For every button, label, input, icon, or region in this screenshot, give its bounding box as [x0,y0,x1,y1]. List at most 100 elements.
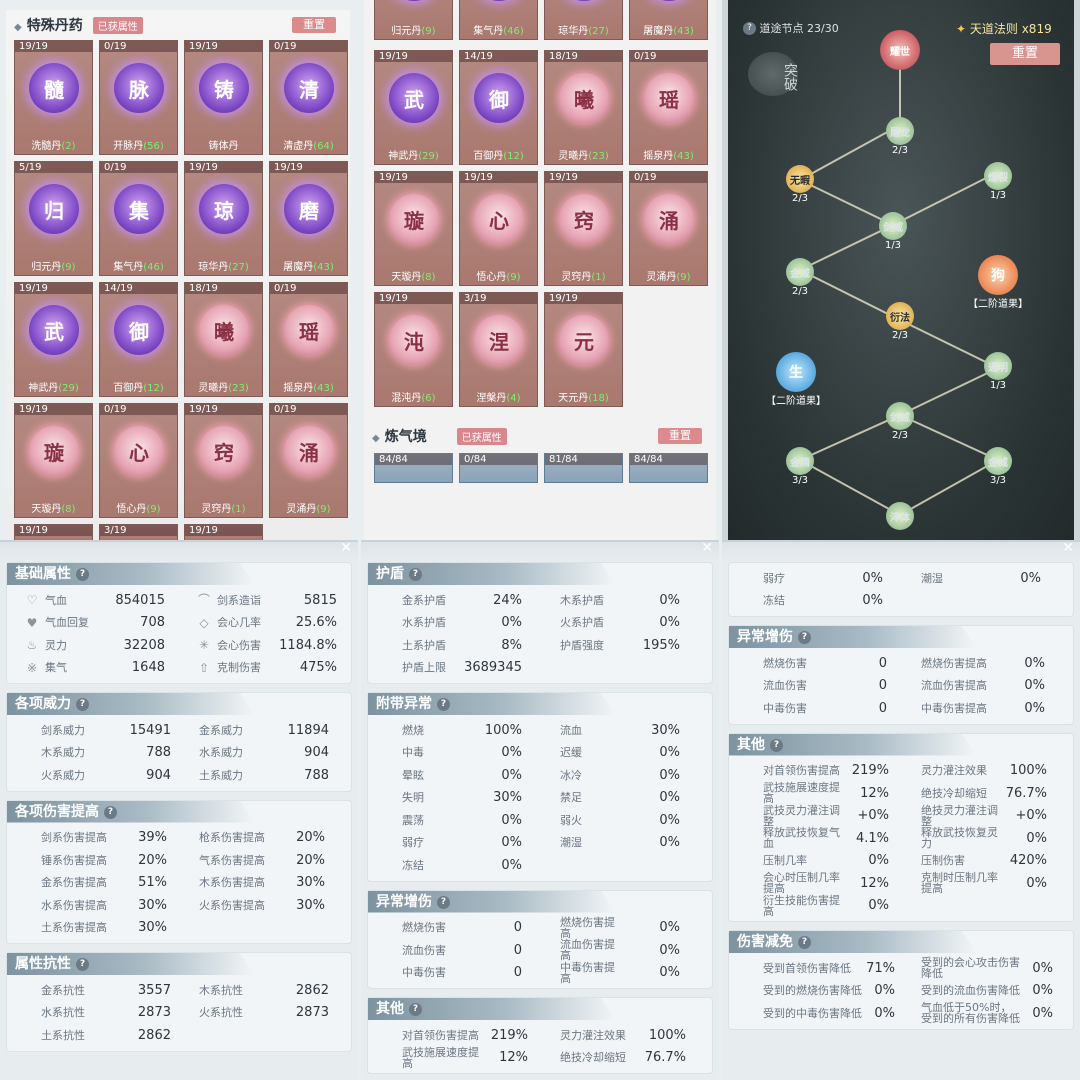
dao-node[interactable]: 金威 2/3 [780,258,820,297]
pill-card[interactable]: 0/19 瑶摇泉丹(43) [269,282,348,397]
help-icon[interactable]: ? [104,805,117,819]
pill-orb-icon: 琼 [199,184,249,234]
pill-card[interactable]: 0/19 涌灵涌丹(9) [269,403,348,518]
pill-card[interactable]: 0/19 心悟心丹(9) [99,403,178,518]
qi-pill-card[interactable]: 81/84 [544,453,623,483]
pill-card[interactable]: 19/19 武神武丹(29) [374,50,453,165]
dao-node[interactable]: 生【二阶道果】 [766,352,826,407]
help-icon[interactable]: ? [76,698,89,711]
help-icon[interactable]: ? [743,22,756,35]
close-icon[interactable]: ✕ [1062,542,1074,556]
pill-card[interactable]: 0/19 清清虚丹(64) [269,40,348,155]
qi-pill-card[interactable]: 84/84 [374,453,453,483]
pill-name: 琼华丹(27) [558,26,609,37]
help-icon[interactable]: ? [76,568,89,581]
pill-count: 19/19 [460,172,537,183]
stat-cell: 木系护盾 0% [540,593,712,608]
dao-node[interactable]: 屠龙 2/3 [880,117,920,156]
pill-card[interactable]: 19/19 武神武丹(29) [14,282,93,397]
pill-card[interactable]: 19/19 璇天璇丹(8) [14,403,93,518]
help-icon[interactable]: ? [437,698,450,711]
stat-cell: 护盾上限 3689345 [368,660,540,675]
help-icon[interactable]: ? [798,631,811,644]
pill-card[interactable]: 0/19 瑶摇泉丹(43) [629,50,708,165]
qi-pill-card[interactable]: 0/84 [459,453,538,483]
pill-card[interactable]: 18/19 曦灵曦丹(23) [544,50,623,165]
dao-node[interactable]: 耀世 [870,30,930,70]
stats-panel-right: ✕ 弱疗 0% 潮湿 0% 冻结 0% 异常增伤? 燃烧伤害 0 燃烧伤害提高 0% 流血伤害 0 流血… [722,540,1080,1080]
reset-button[interactable]: 重置 [292,17,336,33]
pill-card[interactable]: 19/19 磨屠魔丹(43) [269,161,348,276]
pill-card[interactable]: 归归元丹(9) [374,0,453,40]
dao-node[interactable]: 淬体 [880,502,920,530]
help-icon[interactable]: ? [76,958,89,971]
stat-label: 中毒伤害 [402,966,446,980]
pill-card[interactable]: 18/19 曦灵曦丹(23) [184,282,263,397]
pill-card[interactable]: 琼琼华丹(27) [544,0,623,40]
pill-card[interactable]: 14/19 御百御丹(12) [99,282,178,397]
help-icon[interactable]: ? [409,568,422,581]
dao-node[interactable]: 剑威 1/3 [873,212,913,251]
pill-card[interactable]: 19/19 心悟心丹(9) [459,171,538,286]
pill-card[interactable]: 19/19 窍灵窍丹(1) [184,403,263,518]
close-icon[interactable]: ✕ [340,542,352,556]
dao-node-icon: 淬体 [886,502,914,530]
dao-node[interactable]: 爆裂 1/3 [978,162,1018,201]
stat-value: 0 [878,700,887,716]
pill-card[interactable]: 3/19 [99,524,178,540]
qi-pill-card[interactable]: 84/84 [629,453,708,483]
pill-card[interactable]: 磨屠魔丹(43) [629,0,708,40]
pill-card[interactable]: 19/19 铸铸体丹 [184,40,263,155]
pill-card[interactable]: 19/19 [184,524,263,540]
pill-card[interactable]: 19/19 沌混沌丹(6) [374,292,453,407]
obtained-attributes-button[interactable]: 已获属性 [456,427,507,445]
help-icon[interactable]: ? [409,1003,422,1016]
pill-card[interactable]: 19/19 元天元丹(18) [544,292,623,407]
stat-cell: ♥ 气血回复 708 [7,615,179,630]
pill-orb-icon: 磨 [644,0,694,1]
pill-bonus: (43) [313,383,334,394]
close-icon[interactable]: ✕ [701,542,713,556]
pill-orb-icon: 璇 [29,426,79,476]
stat-label: 火系威力 [41,768,85,782]
pill-card[interactable]: 0/19 脉开脉丹(56) [99,40,178,155]
pill-card[interactable]: 3/19 涅涅槃丹(4) [459,292,538,407]
reset-button[interactable]: 重置 [658,428,702,444]
stat-label: 绝技灵力灌注调整 [921,803,998,828]
pill-card[interactable]: 14/19 御百御丹(12) [459,50,538,165]
dao-node[interactable]: 金威 3/3 [978,447,1018,486]
pill-count: 5/19 [15,162,92,173]
obtained-attributes-button[interactable]: 已获属性 [92,16,143,34]
pill-card[interactable]: 19/19 琼琼华丹(27) [184,161,263,276]
dao-node[interactable]: 剑威 2/3 [880,402,920,441]
pill-card[interactable]: 19/19 髓洗髓丹(2) [14,40,93,155]
pill-card[interactable]: 0/19 涌灵涌丹(9) [629,171,708,286]
dao-node-icon: 无暇 [786,165,814,193]
dao-node[interactable]: 狗【二阶道果】 [968,255,1028,310]
pill-card[interactable]: 19/19 [14,524,93,540]
qi-pill-grid: 84/84 0/84 81/84 84/84 [374,453,716,483]
stat-label: 流血伤害提高 [560,938,615,963]
dao-node[interactable]: 金精 3/3 [780,447,820,486]
help-icon[interactable]: ? [798,936,811,949]
reset-button[interactable]: 重置 [990,43,1060,65]
pill-card[interactable]: 集集气丹(46) [459,0,538,40]
pill-card[interactable]: 19/19 璇天璇丹(8) [374,171,453,286]
pill-count: 19/19 [185,41,262,52]
dao-node[interactable]: 通明 1/3 [978,352,1018,391]
stat-cell: 流血伤害 0 [729,678,901,693]
pill-orb-icon: 琼 [559,0,609,1]
stat-value: 0% [868,853,889,869]
pill-card[interactable]: 0/19 集集气丹(46) [99,161,178,276]
pill-card[interactable]: 5/19 归归元丹(9) [14,161,93,276]
help-icon[interactable]: ? [437,895,450,909]
stat-cell: 火系威力 904 [7,768,179,783]
help-icon[interactable]: ? [770,738,783,752]
dao-node[interactable]: 无暇 2/3 [780,165,820,204]
pill-card[interactable]: 19/19 窍灵窍丹(1) [544,171,623,286]
stat-value: 0 [878,678,887,694]
pill-bonus: (1) [231,504,246,515]
dao-path-tree: ? 道途节点 23/30 ✦ 天道法则 x819 重置 突破 耀世 屠龙 2/3 无暇… [722,0,1080,540]
breakthrough-button[interactable]: 突破 [748,52,798,96]
dao-node[interactable]: 衍法 2/3 [880,302,920,341]
